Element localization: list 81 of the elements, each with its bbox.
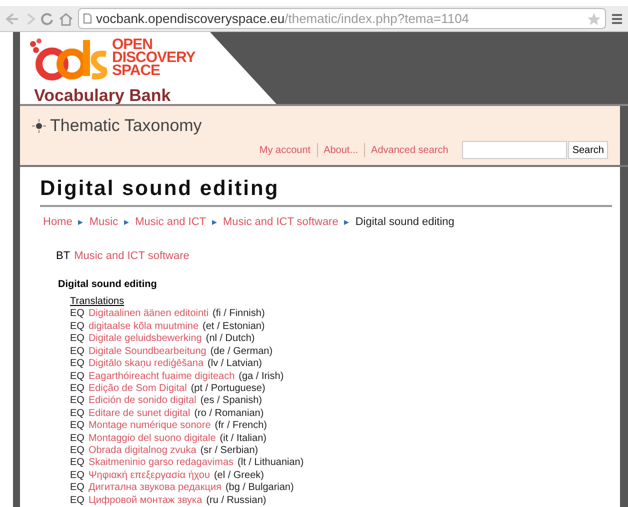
relation-tag: EQ xyxy=(70,494,84,507)
breadcrumb-current: Digital sound editing xyxy=(355,215,454,230)
crosshair-icon xyxy=(32,118,46,133)
breadcrumb-link[interactable]: Home xyxy=(43,214,72,231)
translation-link[interactable]: Edição de Som Digital xyxy=(88,382,187,396)
relation-tag: EQ xyxy=(70,370,84,383)
nav-link[interactable]: My account xyxy=(259,142,311,158)
relation-tag: EQ xyxy=(70,420,84,433)
menu-icon[interactable] xyxy=(610,12,624,26)
relation-tag: EQ xyxy=(70,308,84,321)
relation-tag: EQ xyxy=(70,320,84,334)
back-icon[interactable] xyxy=(4,12,20,26)
relation-tag: EQ xyxy=(70,346,84,358)
triangle-icon xyxy=(78,220,84,226)
url-text: vocbank.opendiscoveryspace.eu/thematic/index.php?tema=1104 xyxy=(96,10,470,28)
translation-link[interactable]: Дигитална звукова редакция xyxy=(88,482,222,495)
search-field[interactable] xyxy=(462,141,568,160)
nav-link[interactable]: About... xyxy=(324,142,358,158)
translation-link[interactable]: Digitale Soundbearbeitung xyxy=(88,346,206,358)
translation-link[interactable]: Edición de sonido digital xyxy=(88,395,196,408)
logo-text: SPACE xyxy=(112,64,160,77)
relation-tag: EQ xyxy=(70,395,84,408)
translation-link[interactable]: Eagarthóireacht fuaime digiteach xyxy=(88,370,235,383)
translation-link[interactable]: Ψηφιακή επεξεργασία ήχου xyxy=(88,470,210,482)
language-label: (ro / Romanian) xyxy=(194,408,264,420)
language-label: (lv / Latvian) xyxy=(208,358,262,371)
language-label: (el / Greek) xyxy=(214,470,264,482)
relation-tag: EQ xyxy=(70,470,84,482)
breadcrumb-link[interactable]: Music and ICT xyxy=(135,214,206,231)
page-icon xyxy=(83,13,92,24)
section-title: Thematic Taxonomy xyxy=(50,114,202,137)
logo-text: OPEN xyxy=(112,38,153,51)
triangle-icon xyxy=(212,220,217,226)
relation-tag: EQ xyxy=(70,408,84,420)
relation-tag: BT xyxy=(56,248,70,264)
translations-heading: Translations xyxy=(70,296,126,308)
translation-link[interactable]: Digitālo skaņu rediģēšana xyxy=(88,358,204,371)
relation-tag: EQ xyxy=(70,482,84,495)
translation-link[interactable]: Montage numérique sonore xyxy=(88,420,211,433)
translation-link[interactable]: Digitaalinen äänen editointi xyxy=(88,308,209,321)
language-label: (ga / Irish) xyxy=(238,370,284,383)
language-label: (ru / Russian) xyxy=(206,494,266,507)
star-icon[interactable] xyxy=(587,12,601,26)
relation-tag: EQ xyxy=(70,444,84,458)
relation-tag: EQ xyxy=(70,382,84,396)
address-bar[interactable]: vocbank.opendiscoveryspace.eu/thematic/index.php?tema=1104 xyxy=(78,8,606,29)
language-label: (de / German) xyxy=(210,346,273,358)
relation-tag: EQ xyxy=(70,457,84,470)
search-button[interactable]: Search xyxy=(568,141,608,160)
language-label: (it / Italian) xyxy=(220,432,266,445)
language-label: (bg / Bulgarian) xyxy=(225,482,294,495)
translation-link[interactable]: Obrada digitalnog zvuka xyxy=(88,444,196,458)
logo-icon xyxy=(28,36,108,82)
translation-link[interactable]: digitaalse kõla muutmine xyxy=(88,320,199,334)
relation-tag: EQ xyxy=(70,333,84,346)
broader-term-link[interactable]: Music and ICT software xyxy=(74,248,190,264)
translation-link[interactable]: Skaitmeninio garso redagavimas xyxy=(88,457,234,470)
triangle-icon xyxy=(344,220,350,226)
language-label: (pt / Portuguese) xyxy=(190,382,266,396)
home-icon[interactable] xyxy=(58,12,74,26)
relation-tag: EQ xyxy=(70,358,84,371)
logo-text: DISCOVERY xyxy=(112,51,196,64)
triangle-icon xyxy=(124,220,130,226)
reload-icon[interactable] xyxy=(40,12,54,26)
nav-link[interactable]: Advanced search xyxy=(371,142,448,158)
translation-link[interactable]: Цифровой монтаж звука xyxy=(88,494,202,507)
language-label: (sr / Serbian) xyxy=(200,444,258,458)
language-label: (lt / Lithuanian) xyxy=(238,457,304,470)
breadcrumb-link[interactable]: Music and ICT software xyxy=(223,214,338,231)
page-title: Digital sound editing xyxy=(40,172,612,208)
language-label: (es / Spanish) xyxy=(200,395,262,408)
term-heading: Digital sound editing xyxy=(58,278,158,292)
translation-link[interactable]: Editare de sunet digital xyxy=(88,408,190,420)
translation-link[interactable]: Digitale geluidsbewerking xyxy=(88,333,202,346)
language-label: (nl / Dutch) xyxy=(206,333,255,346)
translation-link[interactable]: Montaggio del suono digitale xyxy=(88,432,216,445)
breadcrumb-link[interactable]: Music xyxy=(89,214,118,231)
language-label: (fr / French) xyxy=(214,420,267,433)
relation-tag: EQ xyxy=(70,432,84,445)
language-label: (fi / Finnish) xyxy=(212,308,265,321)
language-label: (et / Estonian) xyxy=(202,320,265,334)
